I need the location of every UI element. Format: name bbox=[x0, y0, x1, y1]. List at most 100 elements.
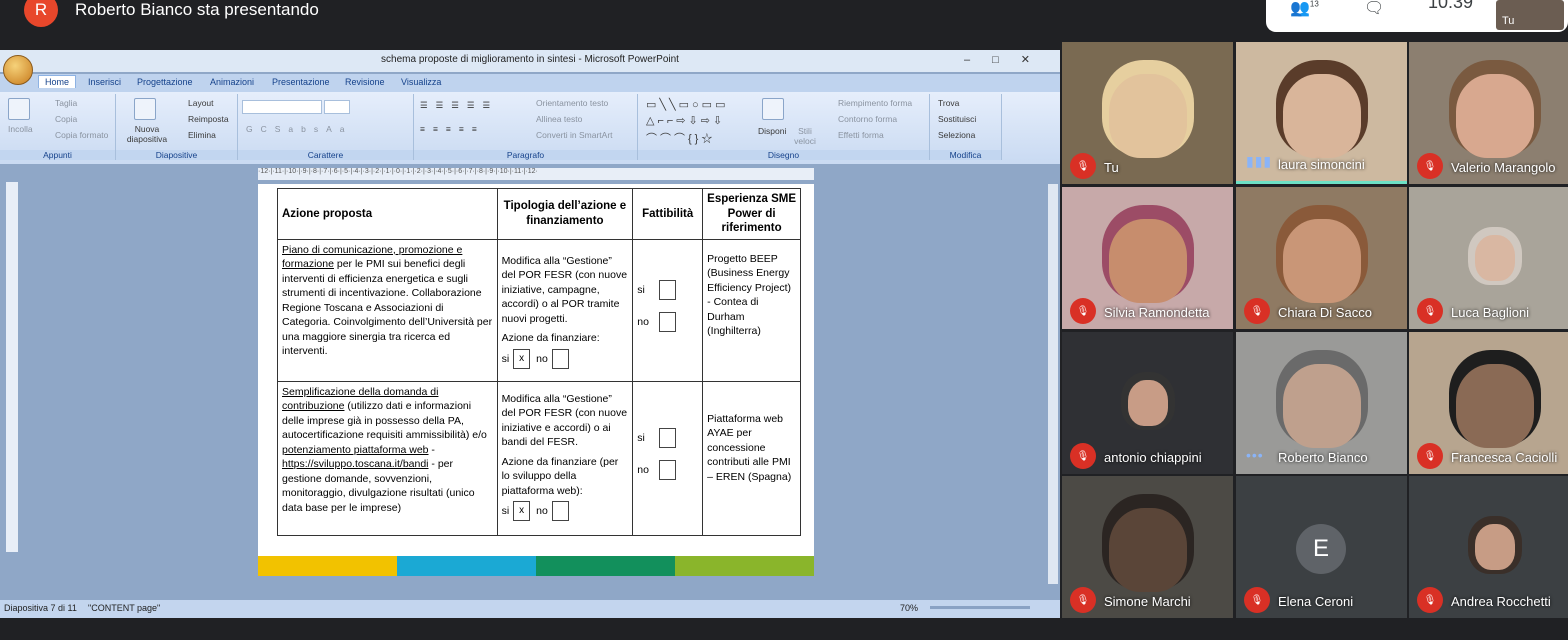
participant-tile[interactable]: ▮▮▮ laura simoncini bbox=[1236, 42, 1407, 184]
list-buttons[interactable]: ☰☰☰☰☰ bbox=[420, 100, 498, 111]
contorno-forma-button[interactable]: Contorno forma bbox=[838, 114, 897, 124]
fattibilita-si: si bbox=[637, 279, 698, 300]
tipologia-cell: Modifica alla “Gestione” del POR FESR (c… bbox=[496, 238, 634, 382]
participant-face bbox=[1108, 508, 1187, 592]
arrange-icon[interactable] bbox=[762, 98, 784, 120]
taglia-button[interactable]: Taglia bbox=[55, 98, 77, 108]
participant-name: Valerio Marangolo bbox=[1451, 160, 1556, 175]
layout-button[interactable]: Layout bbox=[188, 98, 214, 108]
no-label: no bbox=[637, 463, 649, 476]
allinea-testo-button[interactable]: Allinea testo bbox=[536, 114, 582, 124]
office-button[interactable] bbox=[3, 55, 33, 85]
shapes-gallery[interactable]: ▭╲╲▭○▭▭ bbox=[646, 98, 728, 111]
mic-muted-icon: 🎙 bbox=[1417, 153, 1443, 179]
participant-tile[interactable]: E 🎙 Elena Ceroni bbox=[1236, 476, 1407, 618]
table-header-row: Azione proposta Tipologia dell’azione e … bbox=[277, 188, 801, 240]
tab-revisione[interactable]: Revisione bbox=[345, 77, 385, 87]
self-view-thumbnail[interactable]: Tu bbox=[1496, 0, 1564, 30]
people-icon[interactable]: 👥13 bbox=[1290, 0, 1319, 18]
si-checkbox[interactable]: x bbox=[513, 501, 531, 521]
participant-name: Chiara Di Sacco bbox=[1278, 305, 1372, 320]
font-style-buttons[interactable]: GCSabsAa bbox=[246, 124, 353, 134]
font-size-input[interactable] bbox=[324, 100, 350, 114]
effetti-forma-button[interactable]: Effetti forma bbox=[838, 130, 884, 140]
vertical-scrollbar[interactable] bbox=[1048, 184, 1058, 584]
tab-home[interactable]: Home bbox=[38, 75, 77, 88]
no-checkbox[interactable] bbox=[658, 459, 676, 480]
participant-name: antonio chiappini bbox=[1104, 450, 1202, 465]
group-label: Appunti bbox=[0, 150, 115, 160]
header-azione: Azione proposta bbox=[277, 188, 498, 240]
clock: 10:39 bbox=[1428, 0, 1474, 12]
copia-formato-button[interactable]: Copia formato bbox=[55, 130, 108, 140]
group-modifica: Trova Sostituisci Seleziona Modifica bbox=[930, 94, 1002, 160]
participant-tile[interactable]: 🎙 Luca Baglioni bbox=[1409, 187, 1568, 329]
zoom-slider[interactable] bbox=[930, 606, 1030, 609]
trova-button[interactable]: Trova bbox=[938, 98, 959, 108]
participant-tile[interactable]: 🎙 antonio chiappini bbox=[1062, 332, 1233, 474]
powerpoint-window: schema proposte di miglioramento in sint… bbox=[0, 50, 1060, 618]
horizontal-ruler: ·12·|·11·|·10·|·9·|·8·|·7·|·6·|·5·|·4·|·… bbox=[258, 168, 814, 180]
sostituisci-button[interactable]: Sostituisci bbox=[938, 114, 976, 124]
fattibilita-cell: si no bbox=[632, 380, 704, 536]
incolla-button[interactable]: Incolla bbox=[8, 124, 33, 134]
participant-tile[interactable]: 🎙 Valerio Marangolo bbox=[1409, 42, 1568, 184]
participant-tile[interactable]: 🎙 Simone Marchi bbox=[1062, 476, 1233, 618]
mic-muted-icon: 🎙 bbox=[1070, 587, 1096, 613]
copia-button[interactable]: Copia bbox=[55, 114, 77, 124]
participant-tile[interactable]: 🎙 Chiara Di Sacco bbox=[1236, 187, 1407, 329]
fattibilita-no: no bbox=[637, 459, 698, 480]
header-tipologia: Tipologia dell’azione e finanziamento bbox=[496, 188, 634, 240]
participant-face bbox=[1474, 235, 1515, 281]
tab-animazioni[interactable]: Animazioni bbox=[210, 77, 254, 87]
no-label: no bbox=[637, 315, 649, 328]
si-checkbox[interactable] bbox=[658, 279, 676, 300]
si-checkbox[interactable]: x bbox=[513, 348, 531, 369]
si-checkbox[interactable] bbox=[658, 427, 676, 448]
disponi-button[interactable]: Disponi bbox=[758, 126, 786, 136]
participants-count: 13 bbox=[1309, 0, 1319, 9]
strip-cyan bbox=[397, 556, 536, 576]
shapes-gallery-row3[interactable]: ⌒⌒⌒{}☆ bbox=[646, 130, 715, 146]
group-diapositive: Nuova diapositiva Layout Reimposta Elimi… bbox=[116, 94, 238, 160]
paste-icon[interactable] bbox=[8, 98, 30, 120]
new-slide-icon[interactable] bbox=[134, 98, 156, 120]
participant-tile[interactable]: 🎙 Francesca Caciolli bbox=[1409, 332, 1568, 474]
font-name-input[interactable] bbox=[242, 100, 322, 114]
participant-name: Elena Ceroni bbox=[1278, 594, 1354, 609]
align-buttons[interactable]: ≡≡≡≡≡ bbox=[420, 124, 485, 134]
no-checkbox[interactable] bbox=[551, 501, 569, 521]
participant-tile[interactable]: 🎙 Tu bbox=[1062, 42, 1233, 184]
participant-name: Francesca Caciolli bbox=[1451, 450, 1558, 465]
no-checkbox[interactable] bbox=[551, 348, 569, 369]
tab-progettazione[interactable]: Progettazione bbox=[137, 77, 193, 87]
participant-tile[interactable]: ••• Roberto Bianco bbox=[1236, 332, 1407, 474]
converti-smartart-button[interactable]: Converti in SmartArt bbox=[536, 130, 613, 140]
no-label: no bbox=[536, 504, 548, 517]
reimposta-button[interactable]: Reimposta bbox=[188, 114, 229, 124]
riempimento-forma-button[interactable]: Riempimento forma bbox=[838, 98, 912, 108]
nuova-diapositiva-button[interactable]: Nuova diapositiva bbox=[122, 124, 172, 144]
window-controls[interactable]: –□✕ bbox=[964, 53, 1052, 66]
elimina-button[interactable]: Elimina bbox=[188, 130, 216, 140]
ribbon: Incolla Taglia Copia Copia formato Appun… bbox=[0, 92, 1060, 164]
stili-veloci-button[interactable]: Stili veloci bbox=[790, 126, 820, 146]
group-carattere: GCSabsAa Carattere bbox=[238, 94, 414, 160]
esperienza-cell: Piattaforma web AYAE per concessione con… bbox=[702, 380, 801, 536]
mic-muted-icon: 🎙 bbox=[1244, 587, 1270, 613]
chat-icon[interactable]: 🗨 bbox=[1364, 0, 1384, 18]
seleziona-button[interactable]: Seleziona bbox=[938, 130, 975, 140]
shapes-gallery-row2[interactable]: △⌐⌐⇨⇩⇨⇩ bbox=[646, 114, 725, 127]
finanziare-choice: si x no bbox=[502, 501, 629, 521]
orientamento-testo-button[interactable]: Orientamento testo bbox=[536, 98, 608, 108]
participant-tile[interactable]: 🎙 Andrea Rocchetti bbox=[1409, 476, 1568, 618]
tab-presentazione[interactable]: Presentazione bbox=[272, 77, 330, 87]
tab-inserisci[interactable]: Inserisci bbox=[88, 77, 121, 87]
tab-visualizza[interactable]: Visualizza bbox=[401, 77, 441, 87]
participant-name: Silvia Ramondetta bbox=[1104, 305, 1210, 320]
participant-name: Simone Marchi bbox=[1104, 594, 1191, 609]
no-checkbox[interactable] bbox=[658, 311, 676, 332]
bandi-url-link[interactable]: https://sviluppo.toscana.it/bandi bbox=[282, 458, 429, 470]
finanziare-label: Azione da finanziare (per lo sviluppo de… bbox=[501, 455, 619, 497]
participant-tile[interactable]: 🎙 Silvia Ramondetta bbox=[1062, 187, 1233, 329]
